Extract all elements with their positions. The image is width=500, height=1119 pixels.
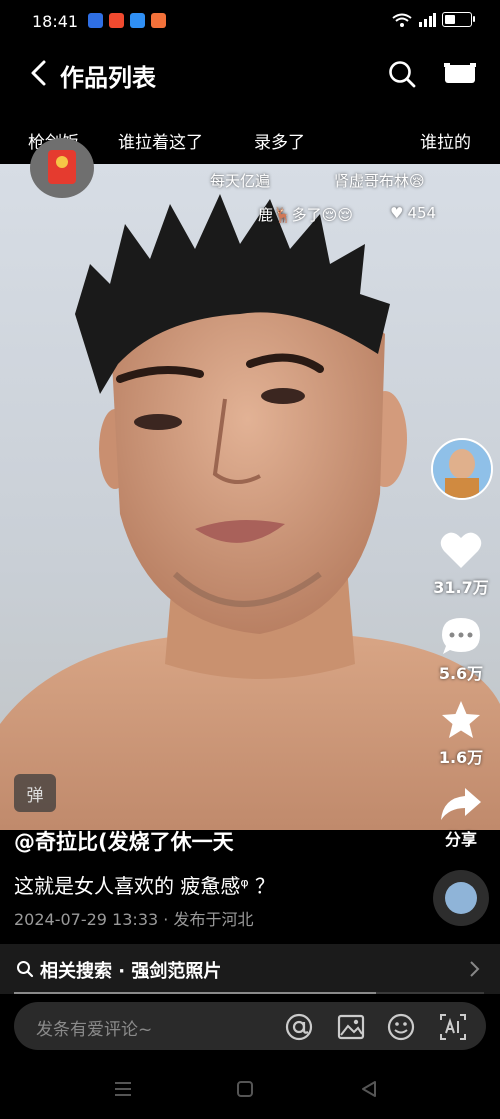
avatar-image <box>433 440 491 498</box>
video-icon <box>109 13 124 28</box>
share-label: 分享 <box>444 830 477 849</box>
danmaku-like: ♥ 454 <box>390 204 436 222</box>
baidu-icon <box>88 13 103 28</box>
related-search-text: 相关搜索 · 强剑范照片 <box>40 961 222 982</box>
chevron-right-icon <box>470 961 480 977</box>
video-progress-fill <box>14 992 376 994</box>
search-icon <box>17 961 34 978</box>
watermark-badge: 弹 <box>14 774 56 812</box>
music-disc[interactable] <box>433 870 489 926</box>
emoji-icon[interactable] <box>386 1012 416 1042</box>
like-button[interactable]: 31.7万 <box>428 530 494 598</box>
back-nav-icon[interactable] <box>360 1080 378 1098</box>
ai-icon[interactable] <box>438 1012 468 1042</box>
heart-icon <box>440 532 482 568</box>
related-search-bar[interactable]: 相关搜索 · 强剑范照片 <box>0 944 500 994</box>
wifi-icon <box>392 13 412 27</box>
author-name[interactable]: @奇拉比(发烧了休一天 <box>14 826 234 856</box>
tag-item[interactable]: 谁拉着这了 <box>118 128 203 153</box>
share-icon <box>441 788 481 820</box>
red-envelope-button[interactable] <box>30 138 94 198</box>
at-mention-icon[interactable] <box>284 1012 314 1042</box>
search-icon[interactable] <box>386 58 418 90</box>
back-icon[interactable] <box>24 58 54 88</box>
star-icon <box>442 701 480 738</box>
tag-item[interactable]: 录多了 <box>254 128 305 153</box>
system-indicators <box>392 12 475 27</box>
danmaku-like-count: 454 <box>407 204 437 222</box>
danmaku-comment: 肾虚哥布林😪 <box>334 172 425 190</box>
shop-icon <box>151 13 166 28</box>
system-nav-bar <box>0 1060 500 1119</box>
page-title: 作品列表 <box>60 64 156 92</box>
favorite-count: 1.6万 <box>438 748 484 767</box>
like-count: 31.7万 <box>433 578 489 597</box>
status-bar: 18:41 <box>0 0 500 44</box>
tag-item[interactable]: 谁拉的 <box>420 128 471 153</box>
video-camera-icon[interactable] <box>442 58 478 88</box>
danmaku-comment: 每天亿遍 <box>210 172 271 190</box>
video-frame[interactable] <box>0 164 500 830</box>
comment-count: 5.6万 <box>438 664 484 683</box>
home-icon[interactable] <box>236 1080 254 1098</box>
publish-meta: 2024-07-29 13:33 · 发布于河北 <box>14 910 254 929</box>
battery-icon <box>442 12 475 27</box>
image-icon[interactable] <box>336 1012 366 1042</box>
comment-button[interactable]: 5.6万 <box>428 616 494 684</box>
comment-icon <box>442 618 480 654</box>
favorite-button[interactable]: 1.6万 <box>428 700 494 768</box>
portrait-photo <box>0 194 500 830</box>
music-cover <box>445 882 477 914</box>
comment-input[interactable]: 发条有爱评论~ <box>14 1002 486 1050</box>
menu-icon[interactable] <box>113 1080 133 1098</box>
share-button[interactable]: 分享 <box>428 786 494 850</box>
battery-level <box>445 15 455 24</box>
red-envelope-coin <box>56 156 68 168</box>
author-avatar[interactable] <box>431 438 493 500</box>
video-description: 这就是女人喜欢的 疲惫感ᵠ ？ <box>14 874 276 898</box>
heart-icon: ♥ <box>390 204 404 222</box>
danmaku-comment: 鹿🦌多了😌😌 <box>258 206 353 224</box>
signal-icon <box>419 12 436 27</box>
notification-icons <box>88 13 166 28</box>
status-time: 18:41 <box>32 12 79 31</box>
video-progress-track[interactable] <box>14 992 484 994</box>
comment-placeholder: 发条有爱评论~ <box>36 1020 153 1040</box>
browser-icon <box>130 13 145 28</box>
